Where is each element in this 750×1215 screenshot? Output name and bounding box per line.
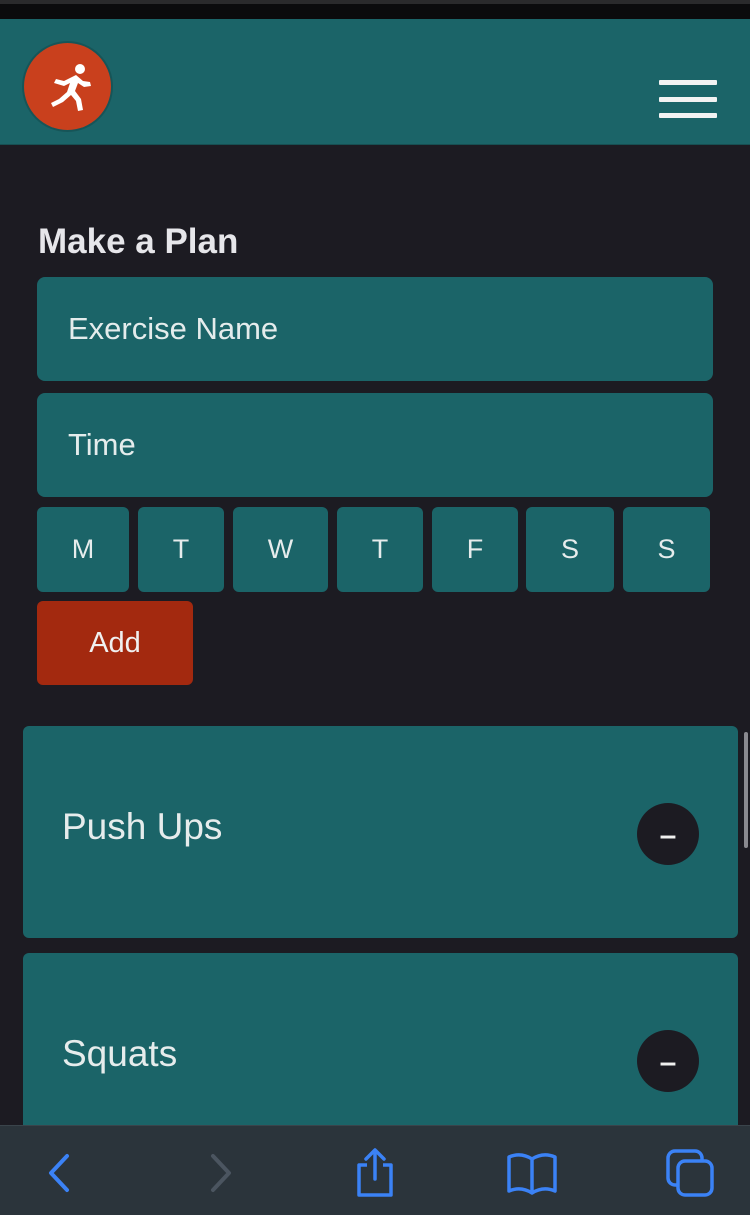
forward-icon[interactable] xyxy=(190,1143,250,1203)
runner-logo-icon[interactable] xyxy=(24,43,111,130)
plan-name: Squats xyxy=(62,1033,178,1074)
share-icon[interactable] xyxy=(345,1143,405,1203)
day-toggle-thursday[interactable]: T xyxy=(337,507,423,592)
day-toggle-sunday[interactable]: S xyxy=(623,507,710,592)
day-toggle-saturday[interactable]: S xyxy=(526,507,614,592)
day-toggle-friday[interactable]: F xyxy=(432,507,518,592)
day-toggle-monday[interactable]: M xyxy=(37,507,129,592)
page-title: Make a Plan xyxy=(38,222,239,261)
bookmarks-icon[interactable] xyxy=(502,1143,562,1203)
hamburger-menu-icon[interactable] xyxy=(659,80,717,118)
plan-card: Push Ups – xyxy=(23,726,738,938)
remove-plan-button[interactable]: – xyxy=(637,1030,699,1092)
plan-name: Push Ups xyxy=(62,806,223,847)
browser-toolbar xyxy=(0,1125,750,1215)
add-button[interactable]: Add xyxy=(37,601,193,685)
tabs-icon[interactable] xyxy=(660,1143,720,1203)
scrollbar[interactable] xyxy=(744,732,748,848)
day-toggle-wednesday[interactable]: W xyxy=(233,507,328,592)
back-icon[interactable] xyxy=(30,1143,90,1203)
minus-icon: – xyxy=(659,1046,677,1079)
exercise-name-input[interactable] xyxy=(37,277,713,381)
time-input[interactable] xyxy=(37,393,713,497)
app-header xyxy=(0,19,750,145)
remove-plan-button[interactable]: – xyxy=(637,803,699,865)
minus-icon: – xyxy=(659,819,677,852)
status-strip xyxy=(0,0,750,19)
day-toggle-tuesday[interactable]: T xyxy=(138,507,224,592)
